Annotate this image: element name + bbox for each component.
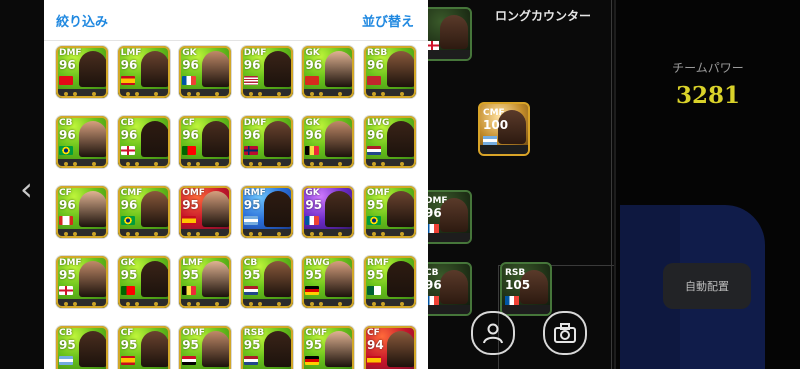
card-frame <box>56 326 108 369</box>
formation-player-card[interactable]: RSB 105 <box>500 262 552 316</box>
card-frame <box>56 46 108 98</box>
player-card[interactable]: LMF 95 <box>179 256 232 308</box>
player-card[interactable]: GK 96 <box>302 46 355 98</box>
person-icon <box>483 323 503 344</box>
player-card[interactable]: LWG 96 <box>364 116 416 168</box>
player-card[interactable]: CF 96 <box>179 116 232 168</box>
player-card[interactable]: OMF 95 <box>364 186 416 238</box>
card-frame <box>364 186 416 238</box>
player-card[interactable]: OMF 95 <box>179 326 232 369</box>
card-frame <box>117 116 170 168</box>
player-rating: 100 <box>483 118 509 132</box>
card-frame <box>56 186 108 238</box>
card-footer-bar <box>422 233 470 242</box>
player-card[interactable]: GK 96 <box>302 116 355 168</box>
back-chevron-icon[interactable]: ‹ <box>20 170 33 208</box>
card-footer-bar <box>422 50 470 59</box>
card-frame <box>240 256 293 308</box>
card-frame <box>240 46 293 98</box>
card-frame <box>364 326 416 369</box>
card-frame <box>117 46 170 98</box>
card-frame <box>179 186 232 238</box>
player-card[interactable]: CB 96 <box>56 116 108 168</box>
nationality-flag-icon <box>483 136 497 145</box>
player-card[interactable]: CB 96 <box>117 116 170 168</box>
player-card[interactable]: OMF 95 <box>179 186 232 238</box>
player-card[interactable]: CB 95 <box>240 256 293 308</box>
card-frame <box>364 46 416 98</box>
formation-title: ロングカウンター <box>494 9 591 23</box>
card-frame <box>56 116 108 168</box>
card-frame <box>179 116 232 168</box>
player-card[interactable]: CMF 96 <box>117 186 170 238</box>
player-card[interactable]: RSB 96 <box>364 46 416 98</box>
player-portrait <box>440 15 468 49</box>
player-card[interactable]: DMF 96 <box>240 116 293 168</box>
player-card[interactable]: RWG 95 <box>302 256 355 308</box>
player-position: DMF <box>425 196 448 206</box>
card-frame <box>240 326 293 369</box>
player-card[interactable]: GK 95 <box>117 256 170 308</box>
card-frame <box>179 46 232 98</box>
card-frame <box>56 256 108 308</box>
card-frame <box>302 256 355 308</box>
player-card[interactable]: CB 95 <box>56 326 108 369</box>
card-frame <box>117 256 170 308</box>
player-card[interactable]: CF 96 <box>56 186 108 238</box>
card-footer-bar <box>480 145 528 154</box>
player-card[interactable]: CMF 95 <box>302 326 355 369</box>
player-card[interactable]: DMF 95 <box>56 256 108 308</box>
filter-button[interactable]: 絞り込み <box>56 11 108 30</box>
nationality-flag-icon <box>505 296 519 305</box>
card-footer-bar <box>422 305 470 314</box>
player-card[interactable]: RMF 95 <box>364 256 416 308</box>
list-header: 絞り込み 並び替え <box>44 0 428 41</box>
card-frame <box>364 116 416 168</box>
card-frame <box>302 116 355 168</box>
player-card[interactable]: CF 94 <box>364 326 416 369</box>
team-power-label: チームパワー <box>672 61 744 75</box>
card-frame <box>302 186 355 238</box>
card-frame <box>117 186 170 238</box>
auto-assign-button[interactable]: 自動配置 <box>663 263 751 309</box>
player-position: CMF <box>483 108 505 118</box>
card-frame <box>302 326 355 369</box>
card-frame <box>117 326 170 369</box>
player-card[interactable]: RMF 95 <box>240 186 293 238</box>
player-card[interactable]: GK 96 <box>179 46 232 98</box>
card-frame <box>179 326 232 369</box>
camera-button[interactable] <box>543 311 587 355</box>
card-frame <box>179 256 232 308</box>
player-card[interactable]: RSB 95 <box>240 326 293 369</box>
player-card[interactable]: CF 95 <box>117 326 170 369</box>
sort-button[interactable]: 並び替え <box>362 11 414 30</box>
player-list-panel: 絞り込み 並び替え DMF 96 LMF 96 GK 96 DMF 96 GK 96 RSB 96 CB… <box>44 0 428 369</box>
player-card[interactable]: DMF 96 <box>240 46 293 98</box>
player-card[interactable]: LMF 96 <box>117 46 170 98</box>
player-rating: 105 <box>505 278 531 292</box>
player-card[interactable]: DMF 96 <box>56 46 108 98</box>
card-frame <box>240 116 293 168</box>
card-frame <box>364 256 416 308</box>
card-frame <box>240 186 293 238</box>
formation-player-card[interactable]: CMF 100 <box>478 102 530 156</box>
player-position: RSB <box>505 268 526 278</box>
camera-icon <box>554 323 576 343</box>
player-card[interactable]: GK 95 <box>302 186 355 238</box>
player-portrait <box>440 270 468 304</box>
player-profile-button[interactable] <box>471 311 515 355</box>
card-frame <box>302 46 355 98</box>
team-power-value: 3281 <box>675 82 740 109</box>
card-footer-bar <box>502 305 550 314</box>
